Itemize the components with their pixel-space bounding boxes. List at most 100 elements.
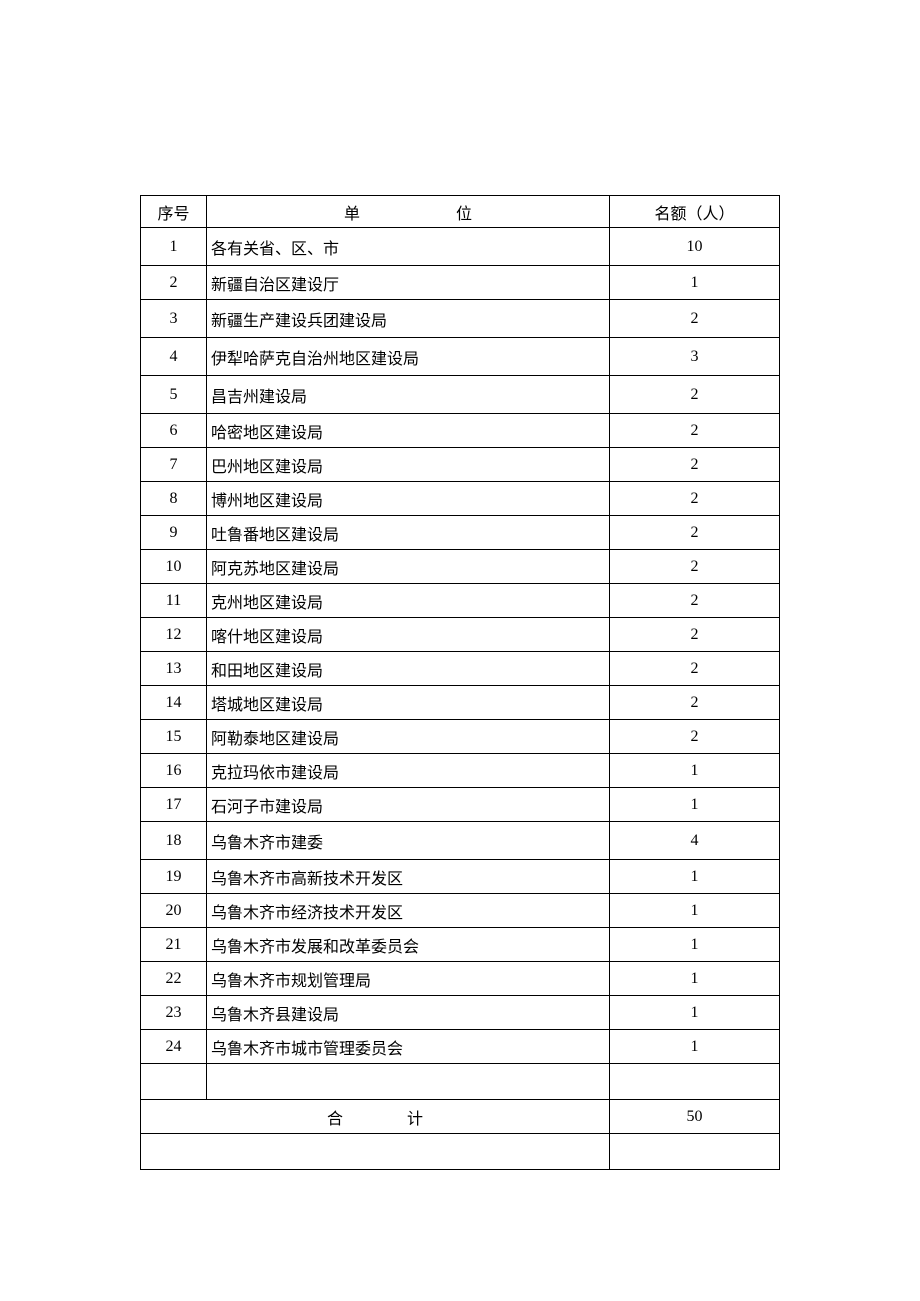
table-row: 12喀什地区建设局2 <box>141 618 780 652</box>
cell-quota: 2 <box>610 482 780 516</box>
cell-unit: 乌鲁木齐市发展和改革委员会 <box>207 928 610 962</box>
cell-quota: 1 <box>610 928 780 962</box>
table-row: 3新疆生产建设兵团建设局2 <box>141 300 780 338</box>
cell-seq: 12 <box>141 618 207 652</box>
cell-unit: 喀什地区建设局 <box>207 618 610 652</box>
cell-quota: 1 <box>610 962 780 996</box>
cell-quota: 1 <box>610 754 780 788</box>
table-header-row: 序号 单位 名额（人） <box>141 196 780 228</box>
table-row: 14塔城地区建设局2 <box>141 686 780 720</box>
cell-unit: 塔城地区建设局 <box>207 686 610 720</box>
cell-seq: 14 <box>141 686 207 720</box>
cell-quota: 1 <box>610 266 780 300</box>
table-row: 22乌鲁木齐市规划管理局1 <box>141 962 780 996</box>
cell-unit: 博州地区建设局 <box>207 482 610 516</box>
cell-empty <box>610 1064 780 1100</box>
cell-quota: 1 <box>610 860 780 894</box>
cell-quota: 2 <box>610 516 780 550</box>
header-seq: 序号 <box>141 196 207 228</box>
table-row: 6哈密地区建设局2 <box>141 414 780 448</box>
header-quota: 名额（人） <box>610 196 780 228</box>
cell-quota: 2 <box>610 720 780 754</box>
cell-seq: 15 <box>141 720 207 754</box>
quota-table: 序号 单位 名额（人） 1各有关省、区、市102新疆自治区建设厅13新疆生产建设… <box>140 195 780 1170</box>
cell-unit: 克州地区建设局 <box>207 584 610 618</box>
cell-quota: 2 <box>610 414 780 448</box>
table-row: 17石河子市建设局1 <box>141 788 780 822</box>
cell-seq: 16 <box>141 754 207 788</box>
cell-seq: 13 <box>141 652 207 686</box>
cell-seq: 10 <box>141 550 207 584</box>
table-row-empty <box>141 1064 780 1100</box>
cell-quota: 4 <box>610 822 780 860</box>
cell-total-label: 合计 <box>141 1100 610 1134</box>
cell-unit: 石河子市建设局 <box>207 788 610 822</box>
cell-seq: 17 <box>141 788 207 822</box>
cell-seq: 18 <box>141 822 207 860</box>
cell-empty <box>207 1064 610 1100</box>
cell-unit: 乌鲁木齐县建设局 <box>207 996 610 1030</box>
table-row-total: 合计50 <box>141 1100 780 1134</box>
table-row: 7巴州地区建设局2 <box>141 448 780 482</box>
cell-quota: 1 <box>610 894 780 928</box>
table-row: 9吐鲁番地区建设局2 <box>141 516 780 550</box>
cell-unit: 昌吉州建设局 <box>207 376 610 414</box>
table-row: 24乌鲁木齐市城市管理委员会1 <box>141 1030 780 1064</box>
cell-seq: 7 <box>141 448 207 482</box>
cell-unit: 乌鲁木齐市经济技术开发区 <box>207 894 610 928</box>
table-row: 15阿勒泰地区建设局2 <box>141 720 780 754</box>
table-row: 21乌鲁木齐市发展和改革委员会1 <box>141 928 780 962</box>
cell-seq: 21 <box>141 928 207 962</box>
cell-unit: 新疆自治区建设厅 <box>207 266 610 300</box>
cell-unit: 和田地区建设局 <box>207 652 610 686</box>
cell-unit: 乌鲁木齐市高新技术开发区 <box>207 860 610 894</box>
cell-unit: 吐鲁番地区建设局 <box>207 516 610 550</box>
table-row-empty <box>141 1134 780 1170</box>
cell-unit: 乌鲁木齐市建委 <box>207 822 610 860</box>
cell-unit: 伊犁哈萨克自治州地区建设局 <box>207 338 610 376</box>
cell-quota: 2 <box>610 300 780 338</box>
cell-seq: 24 <box>141 1030 207 1064</box>
cell-empty <box>610 1134 780 1170</box>
cell-unit: 哈密地区建设局 <box>207 414 610 448</box>
cell-seq: 3 <box>141 300 207 338</box>
cell-unit: 乌鲁木齐市城市管理委员会 <box>207 1030 610 1064</box>
cell-unit: 阿勒泰地区建设局 <box>207 720 610 754</box>
cell-quota: 2 <box>610 652 780 686</box>
cell-seq: 22 <box>141 962 207 996</box>
table-row: 18乌鲁木齐市建委4 <box>141 822 780 860</box>
cell-seq: 23 <box>141 996 207 1030</box>
cell-quota: 1 <box>610 1030 780 1064</box>
table-row: 8博州地区建设局2 <box>141 482 780 516</box>
cell-quota: 2 <box>610 584 780 618</box>
cell-seq: 2 <box>141 266 207 300</box>
table-row: 13和田地区建设局2 <box>141 652 780 686</box>
cell-empty <box>141 1064 207 1100</box>
cell-quota: 10 <box>610 228 780 266</box>
table-row: 1各有关省、区、市10 <box>141 228 780 266</box>
cell-unit: 各有关省、区、市 <box>207 228 610 266</box>
cell-seq: 9 <box>141 516 207 550</box>
cell-seq: 4 <box>141 338 207 376</box>
cell-seq: 11 <box>141 584 207 618</box>
cell-quota: 2 <box>610 686 780 720</box>
table-row: 23乌鲁木齐县建设局1 <box>141 996 780 1030</box>
table-row: 10阿克苏地区建设局2 <box>141 550 780 584</box>
cell-unit: 克拉玛依市建设局 <box>207 754 610 788</box>
header-unit: 单位 <box>207 196 610 228</box>
cell-unit: 巴州地区建设局 <box>207 448 610 482</box>
cell-quota: 2 <box>610 448 780 482</box>
cell-quota: 2 <box>610 376 780 414</box>
cell-quota: 3 <box>610 338 780 376</box>
cell-seq: 6 <box>141 414 207 448</box>
cell-seq: 8 <box>141 482 207 516</box>
table-row: 16克拉玛依市建设局1 <box>141 754 780 788</box>
cell-empty <box>141 1134 610 1170</box>
table-row: 4伊犁哈萨克自治州地区建设局3 <box>141 338 780 376</box>
cell-seq: 19 <box>141 860 207 894</box>
cell-seq: 20 <box>141 894 207 928</box>
cell-unit: 新疆生产建设兵团建设局 <box>207 300 610 338</box>
cell-quota: 1 <box>610 996 780 1030</box>
cell-seq: 5 <box>141 376 207 414</box>
cell-quota: 1 <box>610 788 780 822</box>
